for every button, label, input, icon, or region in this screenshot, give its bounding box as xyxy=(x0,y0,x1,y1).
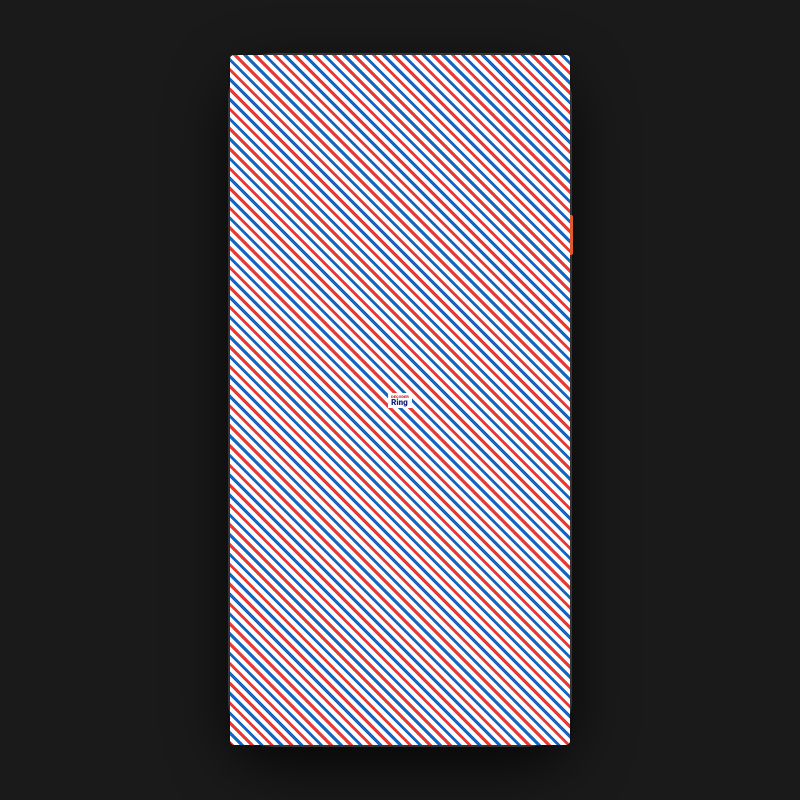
phone-screen: 12:30 ▼ Google Podcasts xyxy=(242,67,558,733)
mini-player[interactable]: DECODER Ring Mystery of the Mullet xyxy=(242,630,558,688)
phone-frame: 12:30 ▼ Google Podcasts xyxy=(230,55,570,745)
mini-player-thumb: DECODER Ring xyxy=(258,642,294,678)
